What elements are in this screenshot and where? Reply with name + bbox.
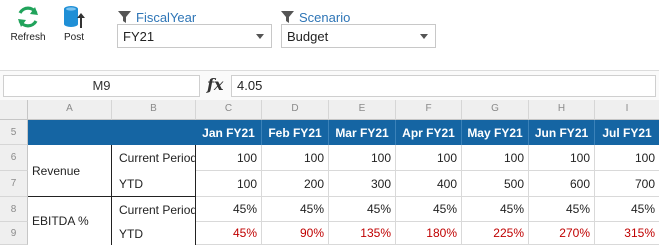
value-cell[interactable]: 90%	[262, 222, 329, 245]
column-header-d[interactable]: D	[262, 100, 329, 120]
grid-line	[28, 196, 196, 197]
value-cell[interactable]: 100	[329, 145, 396, 171]
row-header-6[interactable]: 6	[0, 145, 28, 171]
value-cell[interactable]: 400	[396, 171, 462, 197]
month-header-cell[interactable]: Mar FY21	[329, 120, 396, 145]
filter-fiscalyear-label: FiscalYear	[136, 9, 197, 25]
column-header-c[interactable]: C	[196, 100, 262, 120]
value-cell[interactable]: 100	[396, 145, 462, 171]
post-button[interactable]: Post	[52, 4, 96, 43]
value-cell[interactable]: 100	[262, 145, 329, 171]
chevron-down-icon	[420, 34, 428, 39]
refresh-icon	[18, 6, 38, 28]
refresh-label: Refresh	[10, 32, 46, 43]
formula-bar: M9 fx 4.05	[0, 70, 659, 100]
value-cell[interactable]: 100	[595, 145, 659, 171]
formula-input[interactable]: 4.05	[231, 75, 656, 97]
grid-line	[111, 145, 112, 245]
value-cell[interactable]: 45%	[462, 197, 529, 222]
select-all-corner[interactable]	[0, 100, 28, 120]
filter-icon	[281, 10, 294, 23]
month-header-cell[interactable]: Jul FY21	[595, 120, 659, 145]
value-cell[interactable]: 315%	[595, 222, 659, 245]
post-label: Post	[63, 32, 84, 43]
period-cell[interactable]: Current Period	[115, 145, 196, 171]
fiscalyear-dropdown[interactable]: FY21	[117, 24, 272, 48]
fx-icon: fx	[207, 75, 224, 94]
month-header-cell[interactable]: Feb FY21	[262, 120, 329, 145]
value-cell[interactable]: 45%	[529, 197, 595, 222]
month-header-cell[interactable]: Jun FY21	[529, 120, 595, 145]
value-cell[interactable]: 100	[196, 145, 262, 171]
period-cell[interactable]: Current Period	[115, 197, 196, 222]
value-cell[interactable]: 200	[262, 171, 329, 197]
database-upload-icon	[64, 6, 85, 28]
column-header-h[interactable]: H	[529, 100, 595, 120]
month-header-cell[interactable]: Apr FY21	[396, 120, 462, 145]
value-cell[interactable]: 100	[529, 145, 595, 171]
column-header-a[interactable]: A	[28, 100, 112, 120]
row-header-8[interactable]: 8	[0, 197, 28, 222]
month-header-cell[interactable]: Jan FY21	[196, 120, 262, 145]
row-header-9[interactable]: 9	[0, 222, 28, 245]
value-cell[interactable]: 135%	[329, 222, 396, 245]
toolbar: Refresh Post FiscalYear FY21 Scenario Bu…	[0, 0, 659, 70]
value-cell[interactable]: 300	[329, 171, 396, 197]
filter-scenario-label: Scenario	[299, 9, 351, 25]
row-header-7[interactable]: 7	[0, 171, 28, 197]
value-cell[interactable]: 100	[462, 145, 529, 171]
scenario-value: Budget	[287, 28, 329, 44]
value-cell[interactable]: 45%	[262, 197, 329, 222]
column-header-b[interactable]: B	[112, 100, 196, 120]
value-cell[interactable]: 500	[462, 171, 529, 197]
value-cell[interactable]: 45%	[196, 222, 262, 245]
value-cell[interactable]: 45%	[595, 197, 659, 222]
period-cell[interactable]: YTD	[115, 171, 196, 197]
column-header-i[interactable]: I	[595, 100, 659, 120]
value-cell[interactable]: 45%	[396, 197, 462, 222]
value-cell[interactable]: 270%	[529, 222, 595, 245]
name-box[interactable]: M9	[3, 75, 200, 97]
value-cell[interactable]: 225%	[462, 222, 529, 245]
column-header-e[interactable]: E	[329, 100, 396, 120]
metric-cell-revenue[interactable]: Revenue	[28, 145, 112, 197]
chevron-down-icon	[256, 34, 264, 39]
month-header-cell[interactable]: May FY21	[462, 120, 529, 145]
scenario-dropdown[interactable]: Budget	[281, 24, 436, 48]
row-header-5[interactable]: 5	[0, 120, 28, 145]
metric-cell-ebitda[interactable]: EBITDA %	[28, 197, 112, 245]
value-cell[interactable]: 180%	[396, 222, 462, 245]
column-header-g[interactable]: G	[462, 100, 529, 120]
refresh-button[interactable]: Refresh	[6, 4, 50, 43]
period-cell[interactable]: YTD	[115, 222, 196, 245]
filter-icon	[118, 10, 131, 23]
value-cell[interactable]: 600	[529, 171, 595, 197]
value-cell[interactable]: 700	[595, 171, 659, 197]
grid-line	[195, 145, 196, 245]
value-cell[interactable]: 45%	[329, 197, 396, 222]
value-cell[interactable]: 45%	[196, 197, 262, 222]
value-cell[interactable]: 100	[196, 171, 262, 197]
column-header-f[interactable]: F	[396, 100, 462, 120]
fiscalyear-value: FY21	[123, 28, 155, 44]
